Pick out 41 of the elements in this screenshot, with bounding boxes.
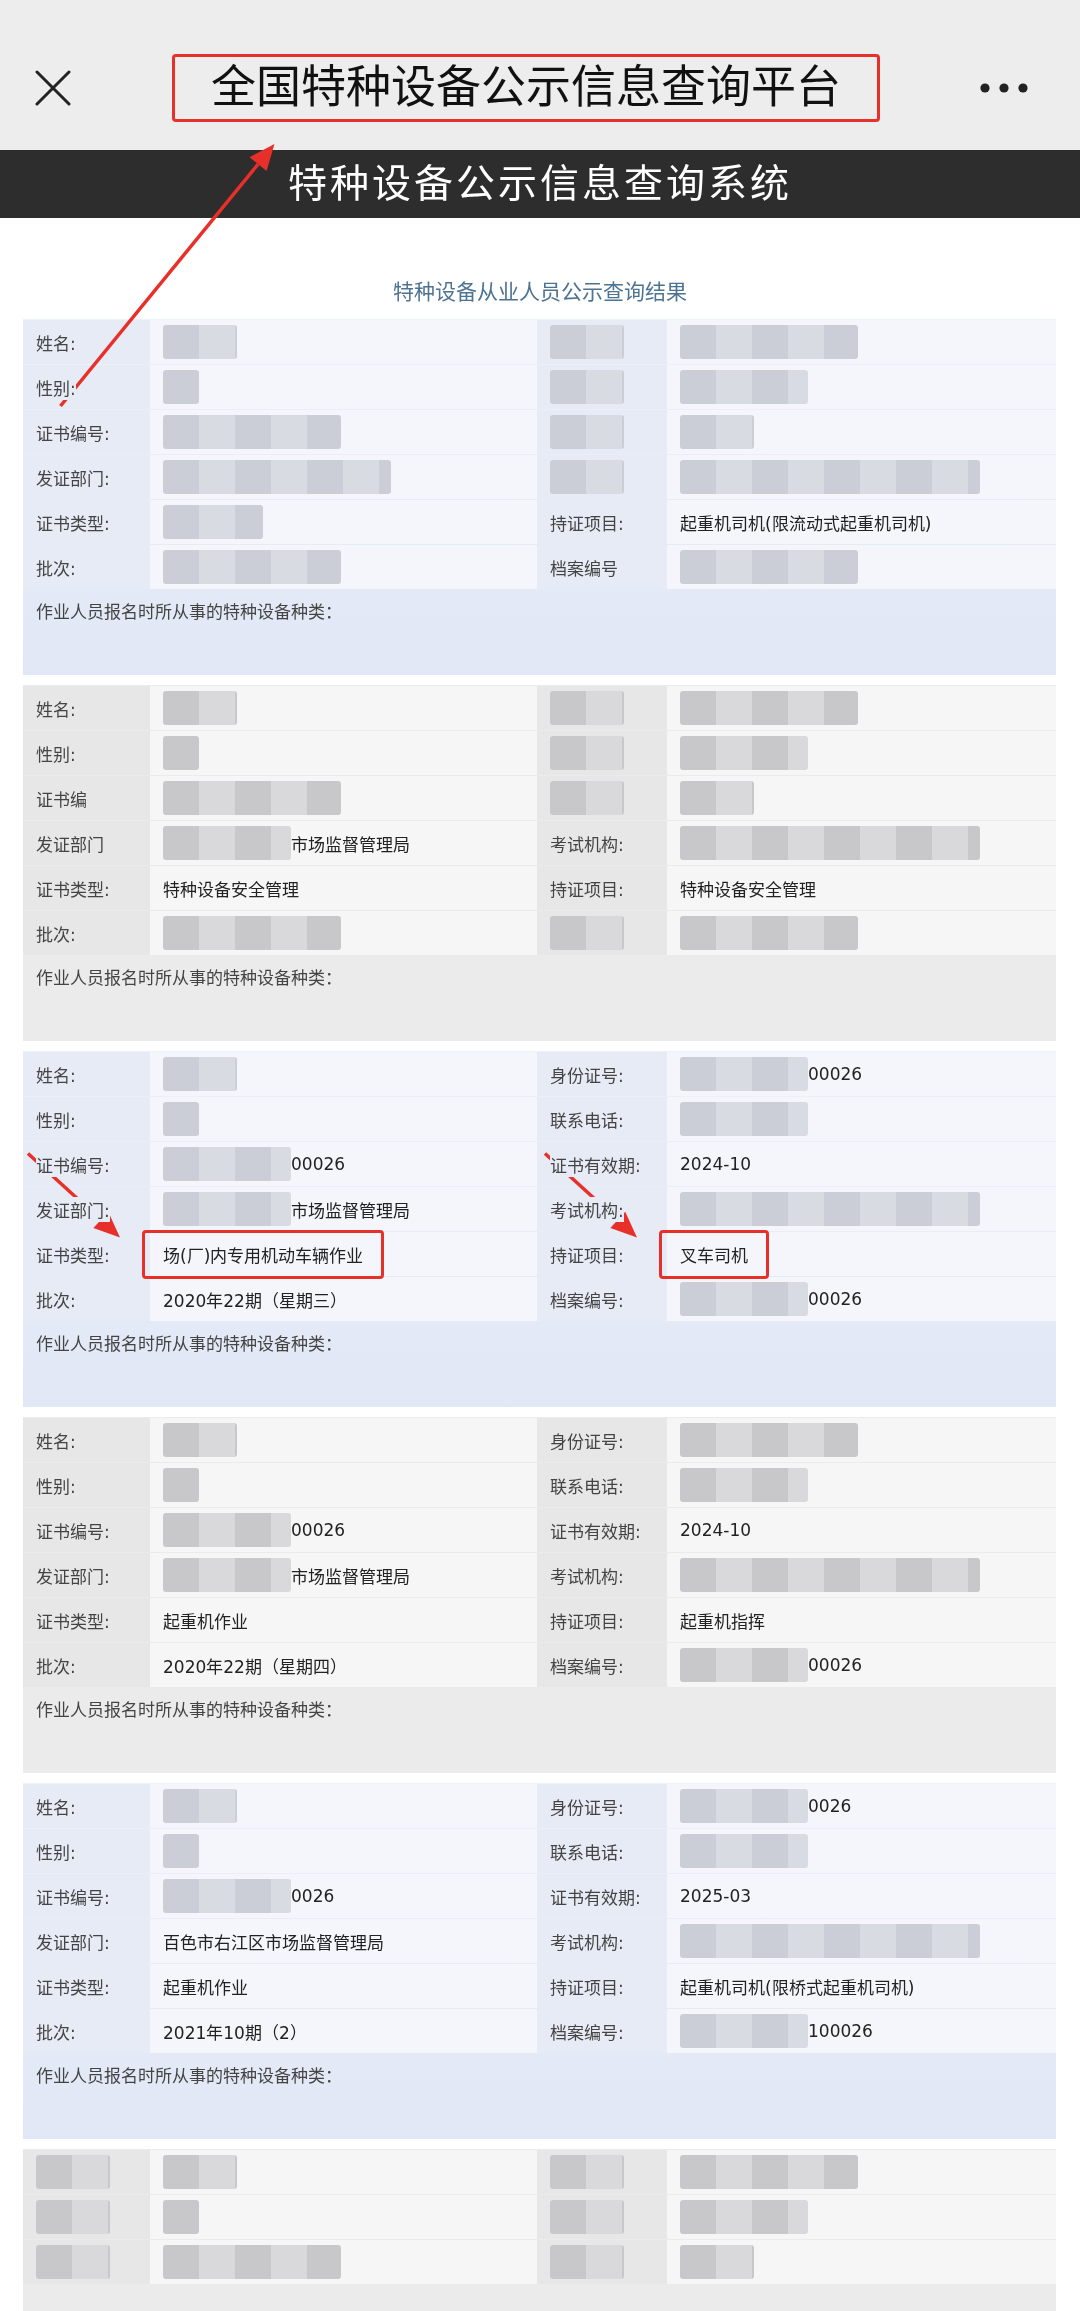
field-value: 特种设备安全管理 — [163, 878, 299, 901]
more-button[interactable] — [980, 83, 1028, 93]
field-value: 2020年22期（星期四） — [163, 1655, 347, 1678]
results-heading: 特种设备从业人员公示查询结果 — [393, 280, 687, 304]
field-value: 0026 — [291, 1886, 335, 1906]
field-value: 00026 — [291, 1154, 346, 1174]
field-value: 2024-10 — [680, 1520, 752, 1540]
field-value: 00026 — [808, 1064, 863, 1084]
field-label: 作业人员报名时所从事的特种设备种类： — [36, 968, 342, 988]
page-title: 全国特种设备公示信息查询平台 — [171, 54, 880, 122]
field-value: 场(厂)内专用机动车辆作业 — [142, 1229, 385, 1279]
field-value: 00026 — [808, 1289, 863, 1309]
field-value: 起重机司机(限桥式起重机司机) — [680, 1976, 915, 1999]
close-icon — [35, 70, 71, 106]
field-value: 特种设备安全管理 — [680, 878, 816, 901]
field-value: 100026 — [808, 2021, 873, 2041]
field-value: 市场监督管理局 — [291, 833, 410, 856]
field-label: 作业人员报名时所从事的特种设备种类： — [36, 1334, 342, 1354]
field-label: 作业人员报名时所从事的特种设备种类： — [36, 1700, 342, 1720]
field-value: 起重机司机(限流动式起重机司机) — [680, 512, 932, 535]
field-value: 2025-03 — [680, 1886, 752, 1906]
field-value: 百色市右江区市场监督管理局 — [163, 1931, 384, 1954]
field-value: 市场监督管理局 — [291, 1199, 410, 1222]
field-value: 0026 — [808, 1796, 852, 1816]
field-value: 2020年22期（星期三） — [163, 1289, 347, 1312]
field-value: 市场监督管理局 — [291, 1565, 410, 1588]
field-value: 起重机指挥 — [680, 1610, 765, 1633]
close-button[interactable] — [35, 70, 71, 106]
field-value: 00026 — [808, 1655, 863, 1675]
more-icon — [980, 83, 1028, 93]
field-label: 考试机构: — [550, 1196, 624, 1222]
field-label: 作业人员报名时所从事的特种设备种类： — [36, 2066, 342, 2086]
field-value: 起重机作业 — [163, 1610, 248, 1633]
field-value: 2021年10期（2） — [163, 2021, 307, 2044]
field-label: 发证部门: — [36, 1196, 110, 1222]
field-value: 00026 — [291, 1520, 346, 1540]
field-label: 作业人员报名时所从事的特种设备种类： — [36, 602, 342, 622]
field-value: 起重机作业 — [163, 1976, 248, 1999]
banner-title: 特种设备公示信息查询系统 — [288, 160, 792, 208]
field-value: 2024-10 — [680, 1154, 752, 1174]
field-value: 叉车司机 — [659, 1229, 769, 1279]
